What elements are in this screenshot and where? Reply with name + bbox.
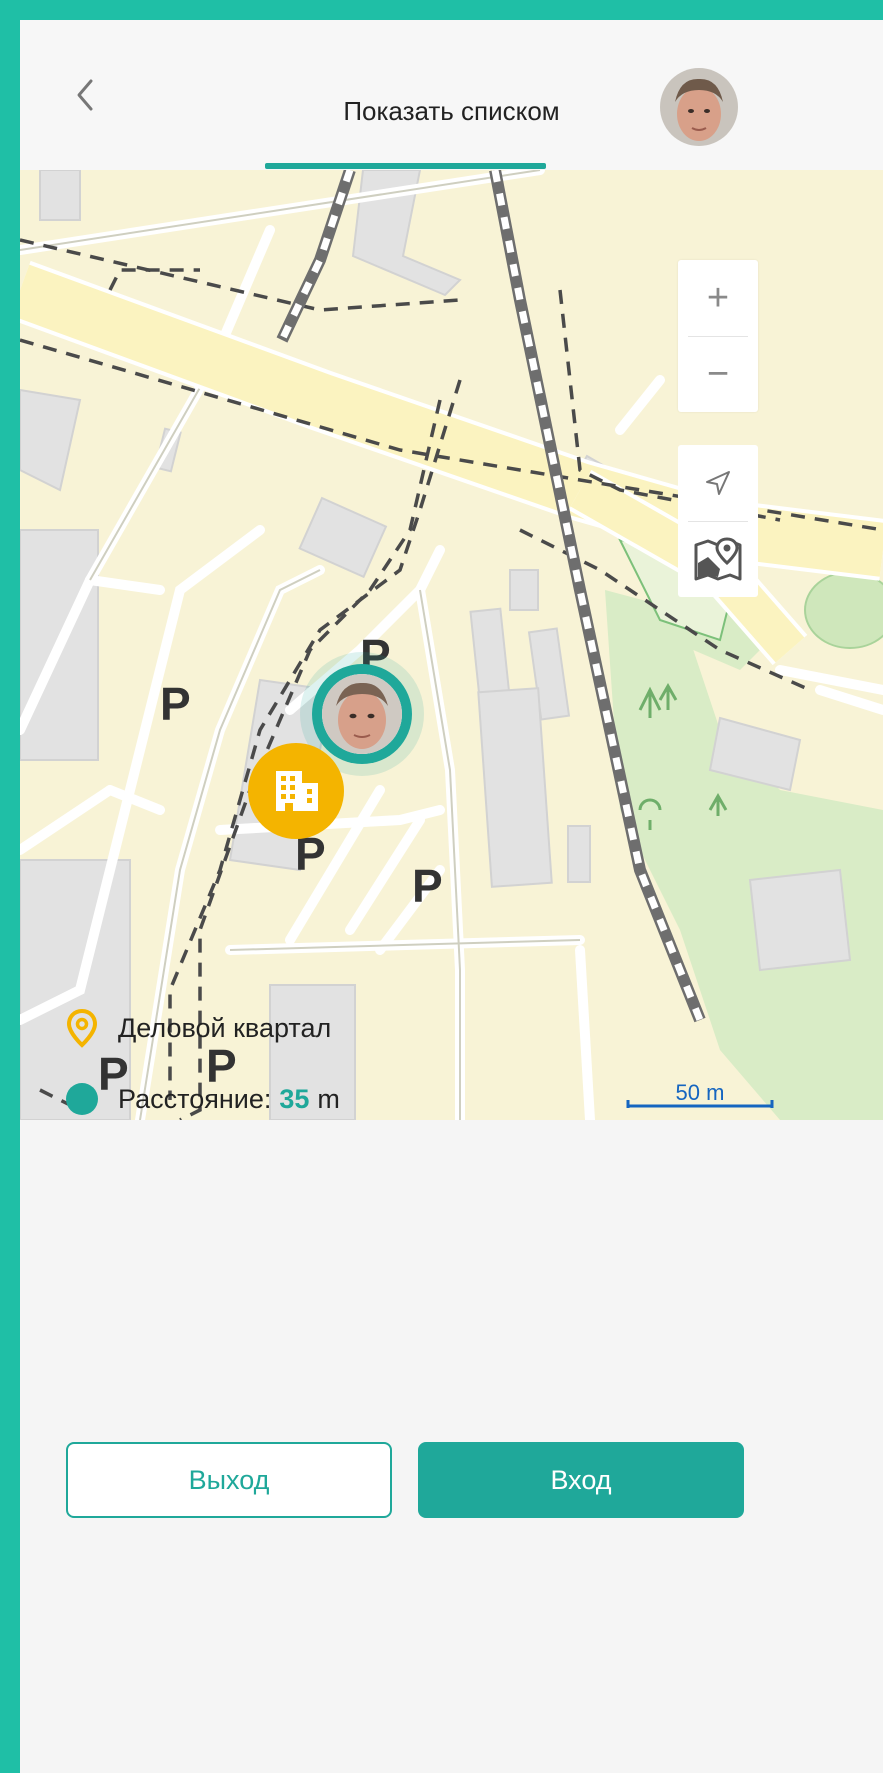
active-tab-indicator bbox=[265, 163, 546, 169]
enter-button[interactable]: Вход bbox=[418, 1442, 744, 1518]
parking-label: P bbox=[160, 678, 191, 730]
distance-value: 35 bbox=[279, 1083, 310, 1114]
building-icon bbox=[276, 771, 318, 811]
parking-label: P bbox=[412, 860, 443, 912]
zoom-out-button[interactable]: − bbox=[678, 336, 758, 412]
app-screen: Показать списком P P P P P P + − 50 m Де… bbox=[20, 20, 883, 1773]
map-tools bbox=[678, 445, 758, 597]
zoom-in-button[interactable]: + bbox=[678, 260, 758, 336]
distance-row: Расстояние: 35 m bbox=[62, 1082, 340, 1116]
navigation-arrow-icon bbox=[706, 471, 730, 495]
user-avatar bbox=[322, 674, 402, 754]
avatar[interactable] bbox=[660, 68, 738, 146]
place-name: Деловой квартал bbox=[118, 1012, 332, 1043]
location-pin-icon bbox=[62, 1008, 102, 1048]
distance-label: Расстояние: bbox=[118, 1083, 272, 1114]
exit-button[interactable]: Выход bbox=[66, 1442, 392, 1518]
user-location-marker[interactable] bbox=[312, 664, 412, 764]
map-scale: 50 m bbox=[626, 1080, 774, 1110]
map-view[interactable]: P P P P P P + − 50 m bbox=[20, 170, 883, 1120]
map-pin-icon bbox=[694, 537, 742, 581]
zoom-controls: + − bbox=[678, 260, 758, 412]
header: Показать списком bbox=[20, 20, 883, 171]
distance-unit: m bbox=[317, 1083, 340, 1114]
place-row: Деловой квартал bbox=[62, 1008, 331, 1048]
tab-show-list[interactable]: Показать списком bbox=[20, 94, 883, 128]
locate-me-button[interactable] bbox=[678, 445, 758, 521]
map-layers-button[interactable] bbox=[678, 521, 758, 597]
status-dot-icon bbox=[62, 1082, 102, 1116]
business-quarter-marker[interactable] bbox=[248, 743, 344, 839]
